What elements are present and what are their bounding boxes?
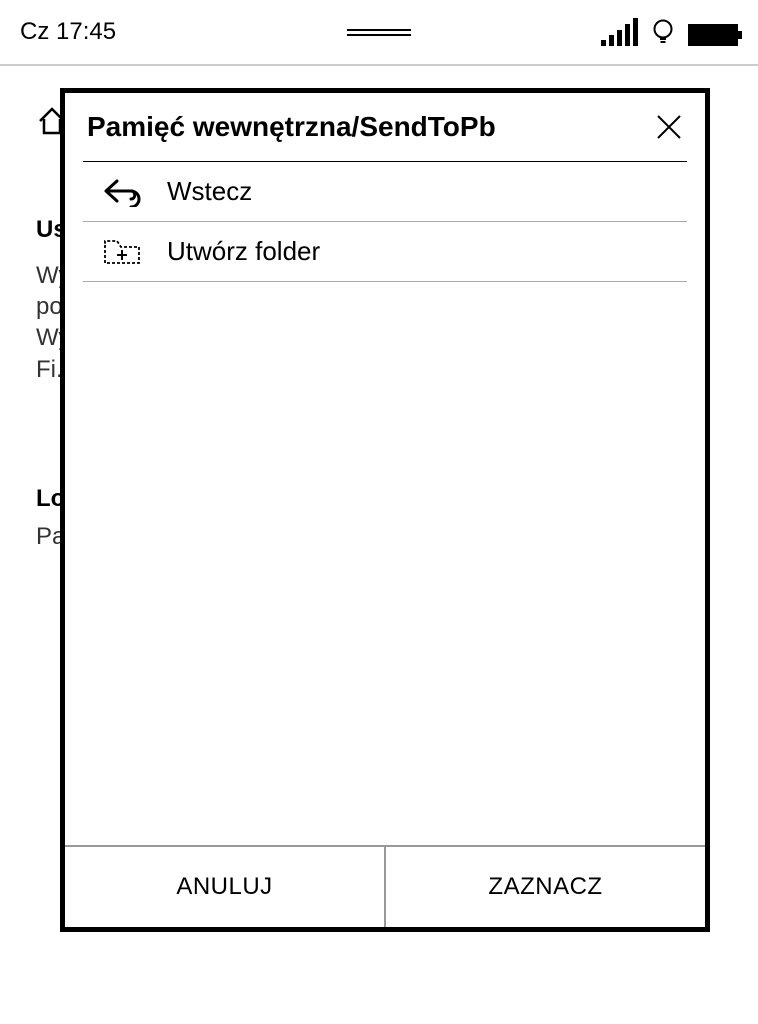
new-folder-icon — [103, 237, 141, 267]
dialog-footer: ANULUJ ZAZNACZ — [65, 845, 705, 927]
status-bar: Cz 17:45 — [0, 0, 758, 64]
dialog-body: Wstecz Utwórz folder — [65, 162, 705, 845]
dialog-header: Pamięć wewnętrzna/SendToPb — [65, 93, 705, 161]
battery-icon — [688, 24, 738, 46]
cancel-button[interactable]: ANULUJ — [65, 847, 384, 927]
close-icon[interactable] — [655, 113, 683, 141]
dialog-title: Pamięć wewnętrzna/SendToPb — [87, 111, 496, 143]
back-icon — [103, 177, 141, 207]
create-folder-label: Utwórz folder — [167, 236, 320, 267]
folder-picker-dialog: Pamięć wewnętrzna/SendToPb Wstecz Utwórz… — [60, 88, 710, 932]
signal-icon — [601, 18, 638, 46]
back-label: Wstecz — [167, 176, 252, 207]
drag-handle-icon[interactable] — [347, 29, 411, 36]
status-indicators — [601, 18, 738, 46]
status-time: Cz 17:45 — [20, 18, 116, 46]
back-item[interactable]: Wstecz — [65, 162, 705, 221]
light-icon — [652, 18, 674, 46]
select-button[interactable]: ZAZNACZ — [384, 847, 705, 927]
create-folder-item[interactable]: Utwórz folder — [65, 222, 705, 281]
item-separator — [83, 281, 687, 282]
